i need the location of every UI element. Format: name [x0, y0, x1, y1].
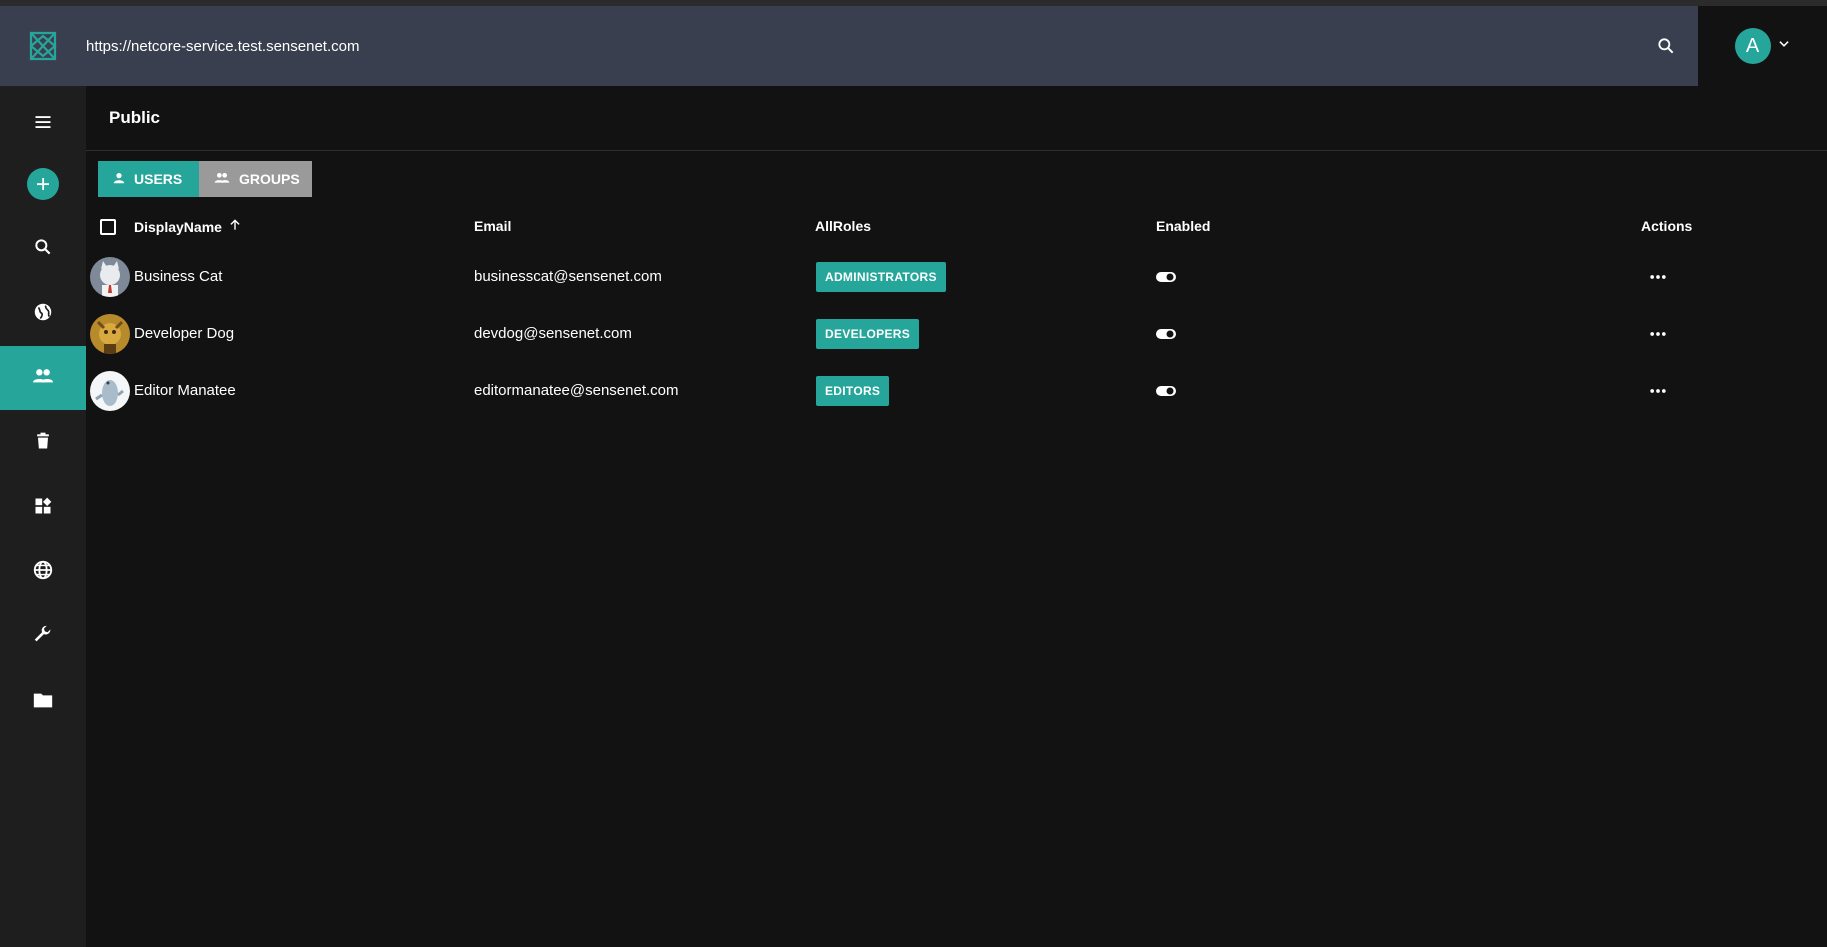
user-email: devdog@sensenet.com [474, 325, 632, 342]
user-display-name[interactable]: Developer Dog [134, 325, 234, 342]
sensenet-logo[interactable] [0, 6, 86, 86]
table-row[interactable]: Developer Dog devdog@sensenet.com DEVELO… [86, 306, 1827, 363]
role-chip[interactable]: DEVELOPERS [816, 319, 920, 349]
table-row[interactable]: Editor Manatee editormanatee@sensenet.co… [86, 363, 1827, 420]
repository-url[interactable]: https://netcore-service.test.sensenet.co… [86, 38, 1646, 55]
trash-icon [33, 431, 53, 456]
column-header-allroles[interactable]: AllRoles [815, 218, 871, 234]
chevron-down-icon[interactable] [1777, 37, 1791, 56]
group-icon [213, 170, 231, 189]
sidebar-item-trash[interactable] [0, 411, 86, 475]
wrench-icon [32, 624, 54, 651]
widgets-icon [33, 496, 53, 521]
tab-groups[interactable]: GROUPS [199, 161, 312, 197]
user-display-name[interactable]: Business Cat [134, 268, 222, 285]
sidebar-item-setup[interactable] [0, 605, 86, 669]
user-email: businesscat@sensenet.com [474, 268, 662, 285]
tab-groups-label: GROUPS [239, 171, 300, 187]
user-menu[interactable]: A [1698, 6, 1827, 86]
user-display-name[interactable]: Editor Manatee [134, 382, 236, 399]
avatar [90, 314, 130, 354]
enabled-toggle[interactable] [1155, 327, 1177, 346]
table-row[interactable]: Business Cat businesscat@sensenet.com AD… [86, 249, 1827, 306]
folder-icon [32, 689, 54, 716]
globe-icon [32, 301, 54, 328]
language-icon [32, 559, 54, 586]
sidebar-item-content[interactable] [0, 282, 86, 346]
enabled-toggle[interactable] [1155, 270, 1177, 289]
sidebar-item-users[interactable] [0, 346, 86, 410]
user-avatar[interactable]: A [1734, 28, 1771, 64]
page-title: Public [109, 108, 161, 127]
user-email: editormanatee@sensenet.com [474, 382, 679, 399]
role-chip[interactable]: EDITORS [816, 376, 890, 406]
arrow-up-icon [228, 218, 242, 235]
user-group-tabs: USERS GROUPS [98, 161, 312, 197]
person-icon [112, 171, 126, 188]
tab-users[interactable]: USERS [98, 161, 199, 197]
app-header: https://netcore-service.test.sensenet.co… [0, 6, 1698, 86]
more-actions-icon[interactable] [1648, 267, 1668, 292]
title-divider [86, 150, 1827, 151]
column-displayname-label: DisplayName [134, 218, 222, 235]
column-header-email[interactable]: Email [474, 218, 511, 234]
avatar [90, 371, 130, 411]
sidebar [0, 86, 86, 947]
add-button[interactable] [0, 152, 86, 216]
column-header-actions: Actions [1641, 218, 1693, 234]
sidebar-item-explorer[interactable] [0, 670, 86, 734]
users-icon [32, 365, 54, 392]
avatar [90, 257, 130, 297]
search-icon[interactable] [1646, 26, 1686, 66]
column-header-enabled[interactable]: Enabled [1156, 218, 1210, 234]
main-content: Public USERS GROUPS DisplayName Email Al… [86, 86, 1827, 947]
menu-icon[interactable] [0, 90, 86, 154]
sidebar-item-content-types[interactable] [0, 476, 86, 540]
column-header-displayname[interactable]: DisplayName [134, 218, 242, 235]
add-icon[interactable] [27, 168, 59, 200]
search-icon [33, 237, 53, 262]
enabled-toggle[interactable] [1155, 384, 1177, 403]
more-actions-icon[interactable] [1648, 324, 1668, 349]
sidebar-item-localization[interactable] [0, 540, 86, 604]
role-chip[interactable]: ADMINISTRATORS [816, 262, 946, 292]
sidebar-item-search[interactable] [0, 217, 86, 281]
more-actions-icon[interactable] [1648, 381, 1668, 406]
select-all-checkbox[interactable] [100, 219, 116, 235]
tab-users-label: USERS [134, 171, 183, 187]
